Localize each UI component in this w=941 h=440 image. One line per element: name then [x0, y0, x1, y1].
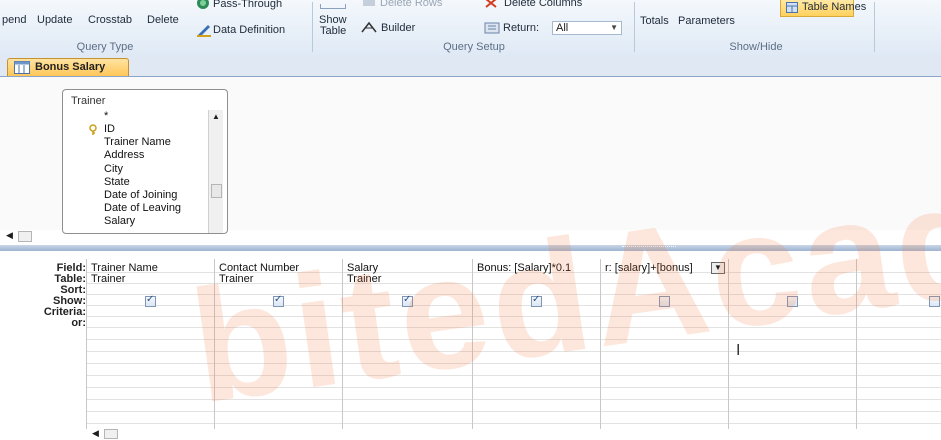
query-type-label: Query Type — [76, 41, 134, 53]
grid-column-1[interactable]: Trainer Name Trainer — [86, 259, 214, 429]
show-checkbox[interactable] — [402, 294, 413, 307]
update-button[interactable]: Update — [37, 14, 72, 26]
scroll-up-icon[interactable]: ▲ — [212, 112, 220, 121]
scroll-thumb[interactable] — [18, 231, 32, 242]
return-icon — [484, 22, 500, 34]
return-label: Return: — [503, 22, 540, 34]
delete-columns-button[interactable]: Delete Columns — [504, 0, 582, 9]
field-city[interactable]: City — [104, 163, 123, 175]
show-checkbox[interactable] — [531, 294, 542, 307]
query-type-group: pend Update Crosstab Delete Pass-Through… — [0, 0, 310, 56]
field-state[interactable]: State — [104, 176, 130, 188]
key-icon — [89, 124, 97, 135]
query-icon — [14, 61, 30, 74]
ribbon-separator — [874, 2, 875, 52]
scroll-thumb[interactable] — [104, 429, 118, 439]
grid-column-5[interactable]: r: [salary]+[bonus] ▼ — [600, 259, 728, 429]
chevron-down-icon: ▼ — [610, 23, 618, 32]
ribbon: pend Update Crosstab Delete Pass-Through… — [0, 0, 941, 57]
field-date-of-leaving[interactable]: Date of Leaving — [104, 202, 181, 214]
data-definition-button[interactable]: Data Definition — [213, 24, 285, 36]
show-checkbox[interactable] — [787, 296, 798, 307]
show-hide-label: Show/Hide — [729, 41, 783, 53]
show-table-line2[interactable]: Table — [320, 25, 346, 37]
table-names-button[interactable]: Table Names — [780, 0, 866, 17]
grid-column-4[interactable]: Bonus: [Salary]*0.1 — [472, 259, 600, 429]
field-id[interactable]: ID — [104, 123, 115, 135]
show-table-icon — [320, 4, 346, 9]
tab-label: Bonus Salary — [35, 61, 106, 73]
builder-icon — [361, 21, 377, 33]
scroll-left-icon[interactable]: ◀ — [6, 230, 13, 241]
field-cell[interactable]: Bonus: [Salary]*0.1 — [477, 262, 571, 274]
grid-horizontal-scrollbar[interactable]: ◀ — [90, 428, 130, 439]
trainer-table-box[interactable]: Trainer * ID Trainer Name Address City S… — [62, 89, 228, 234]
field-salary[interactable]: Salary — [104, 215, 135, 227]
ribbon-separator — [312, 2, 313, 52]
show-checkbox[interactable] — [273, 294, 284, 307]
field-list: * ID Trainer Name Address City State Dat… — [69, 110, 205, 233]
table-icon — [786, 2, 798, 13]
totals-button[interactable]: Totals — [640, 15, 669, 27]
show-checkbox[interactable] — [659, 296, 670, 307]
crosstab-button[interactable]: Crosstab — [88, 14, 132, 26]
field-address[interactable]: Address — [104, 149, 144, 161]
delete-rows-icon — [363, 0, 375, 6]
table-cell[interactable]: Trainer — [347, 273, 381, 285]
show-checkbox[interactable] — [145, 294, 156, 307]
field-date-of-joining[interactable]: Date of Joining — [104, 189, 177, 201]
grid-columns: Trainer Name Trainer Contact Number Trai… — [86, 259, 941, 429]
data-definition-icon — [197, 25, 211, 37]
pass-through-icon — [197, 0, 209, 9]
delete-rows-button[interactable]: Delete Rows — [380, 0, 442, 9]
tab-bonus-salary[interactable]: Bonus Salary — [7, 58, 129, 76]
document-tab-strip: Bonus Salary — [0, 56, 941, 77]
grid-column-3[interactable]: Salary Trainer — [342, 259, 472, 429]
return-value: All — [556, 22, 569, 34]
grid-column-7[interactable] — [856, 259, 941, 429]
query-table-pane: Trainer * ID Trainer Name Address City S… — [0, 77, 941, 242]
delete-button[interactable]: Delete — [147, 14, 179, 26]
scroll-thumb[interactable] — [211, 184, 222, 198]
grid-column-6[interactable] — [728, 259, 856, 429]
builder-button[interactable]: Builder — [381, 22, 415, 34]
query-setup-group: Show Table Delete Rows Builder Delete Co… — [314, 0, 634, 56]
table-cell[interactable]: Trainer — [219, 273, 253, 285]
return-combobox[interactable]: All ▼ — [552, 21, 622, 35]
ribbon-separator — [634, 2, 635, 52]
upper-horizontal-scrollbar[interactable]: ◀ — [4, 230, 44, 242]
show-checkbox[interactable] — [929, 296, 940, 307]
query-setup-label: Query Setup — [443, 41, 505, 53]
append-button[interactable]: pend — [2, 14, 26, 26]
scroll-left-icon[interactable]: ◀ — [92, 428, 99, 439]
row-label-or: or: — [71, 317, 86, 329]
query-design-grid: Field: Table: Sort: Show: Criteria: or: … — [0, 251, 941, 440]
field-dropdown[interactable]: ▼ — [711, 262, 725, 274]
field-all[interactable]: * — [104, 110, 108, 122]
grid-row-labels: Field: Table: Sort: Show: Criteria: or: — [0, 251, 86, 440]
show-hide-group: Totals Parameters Table Names Show/Hide — [636, 0, 876, 56]
field-list-scrollbar[interactable]: ▲ — [208, 110, 223, 233]
grid-column-2[interactable]: Contact Number Trainer — [214, 259, 342, 429]
pass-through-button[interactable]: Pass-Through — [213, 0, 282, 10]
delete-columns-icon — [485, 0, 497, 8]
chevron-down-icon: ▼ — [714, 263, 722, 272]
table-box-title: Trainer — [71, 95, 106, 107]
expression-cell[interactable]: r: [salary]+[bonus] — [605, 262, 693, 274]
table-cell[interactable]: Trainer — [91, 273, 125, 285]
text-cursor-icon: I — [736, 342, 741, 359]
parameters-button[interactable]: Parameters — [678, 15, 735, 27]
field-trainer-name[interactable]: Trainer Name — [104, 136, 171, 148]
splitter-grip[interactable] — [622, 246, 676, 249]
table-names-label: Table Names — [802, 1, 867, 13]
